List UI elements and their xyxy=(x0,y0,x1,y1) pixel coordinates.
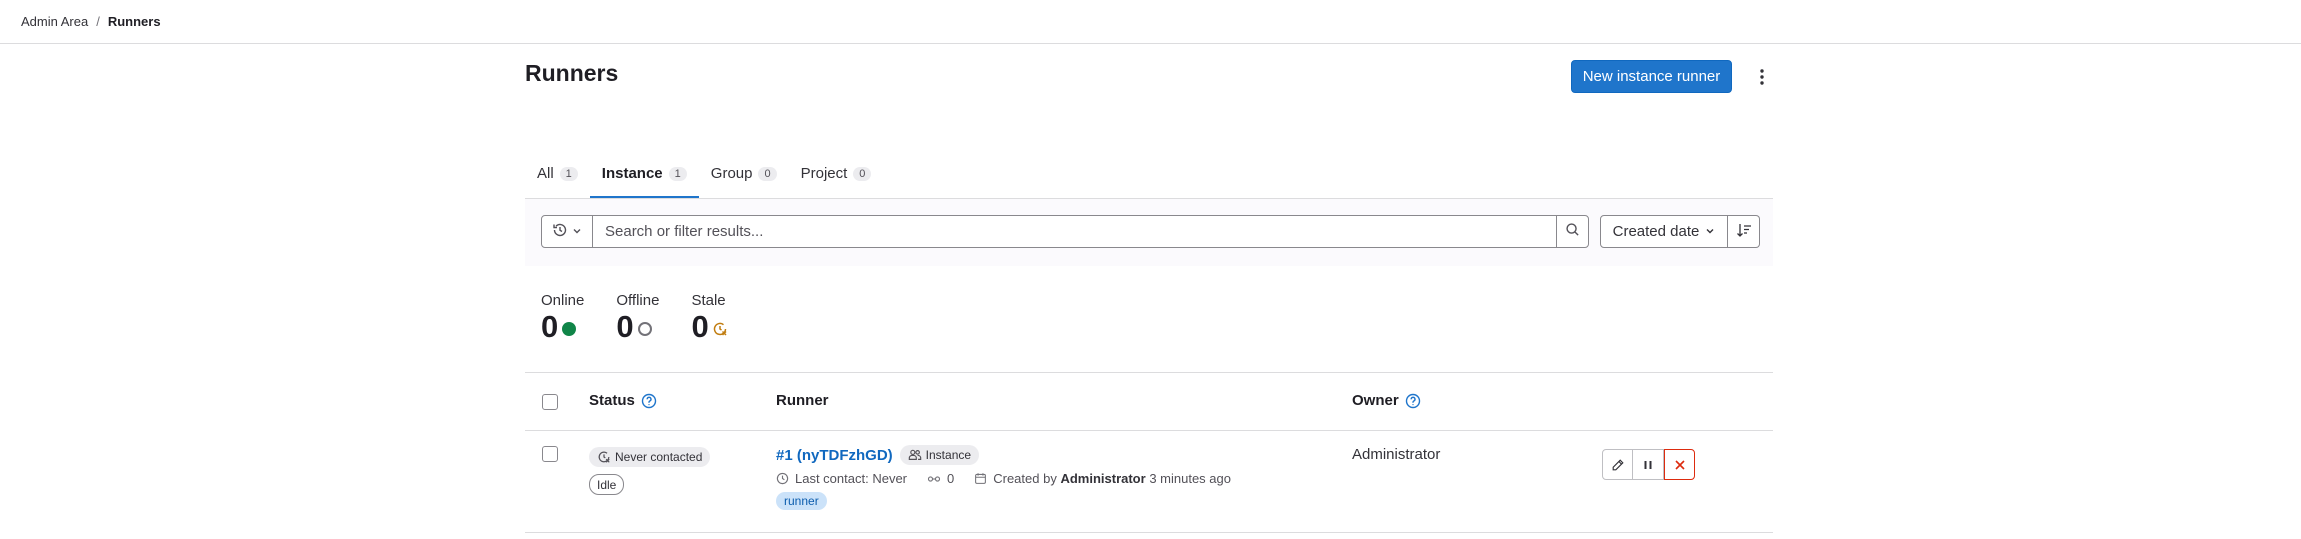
stat-online: Online 0 xyxy=(541,292,584,372)
page-header: Runners New instance runner xyxy=(525,44,1773,132)
tab-group[interactable]: Group 0 xyxy=(699,151,789,198)
pause-icon xyxy=(1642,459,1654,471)
filter-bar: Created date xyxy=(525,199,1773,266)
stat-label: Offline xyxy=(616,292,660,309)
breadcrumb-current[interactable]: Runners xyxy=(108,14,161,29)
recent-searches-button[interactable] xyxy=(542,216,593,247)
sort-label: Created date xyxy=(1612,223,1700,240)
breadcrumb-admin-area[interactable]: Admin Area xyxy=(21,14,88,29)
runner-meta: Last contact: Never 0 Created by Adminis… xyxy=(776,471,1231,486)
stat-value: 0 xyxy=(691,309,709,344)
created-by-link[interactable]: Administrator xyxy=(1060,471,1145,486)
filtered-search xyxy=(541,215,1589,248)
stat-label: Online xyxy=(541,292,585,309)
search-input[interactable] xyxy=(593,216,1556,247)
status-badge: Never contacted xyxy=(589,447,711,467)
status-cell: Never contacted Idle xyxy=(589,447,711,495)
sort-lowest-icon xyxy=(1736,222,1752,242)
main-content: Runners New instance runner All 1 Instan… xyxy=(525,44,1773,533)
kebab-icon[interactable] xyxy=(1747,61,1777,93)
close-icon xyxy=(1674,459,1686,471)
status-badge-label: Never contacted xyxy=(615,450,703,464)
tab-label: All xyxy=(537,165,554,182)
new-instance-runner-button[interactable]: New instance runner xyxy=(1571,60,1732,93)
column-label: Runner xyxy=(776,392,829,409)
table-header: Status Runner Owner xyxy=(525,373,1773,431)
status-stale-icon xyxy=(712,321,728,337)
clock-icon xyxy=(776,472,789,485)
tab-label: Group xyxy=(710,165,753,182)
chevron-down-icon xyxy=(572,223,582,240)
runner-link[interactable]: #1 (nyTDFzhGD) xyxy=(776,447,893,464)
status-offline-icon xyxy=(637,321,653,337)
sort-dropdown[interactable]: Created date xyxy=(1600,215,1728,248)
tab-count: 0 xyxy=(758,166,777,181)
tab-label: Instance xyxy=(601,165,663,182)
runner-tag: runner xyxy=(776,492,827,510)
table-row: Never contacted Idle #1 (nyTDFzhGD) Inst… xyxy=(525,431,1773,533)
tab-count: 0 xyxy=(853,166,872,181)
idle-badge: Idle xyxy=(589,474,625,495)
calendar-icon xyxy=(974,472,987,485)
runner-type-tabs: All 1 Instance 1 Group 0 Project 0 xyxy=(525,132,1773,199)
created-prefix: Created by xyxy=(993,471,1057,486)
stat-value: 0 xyxy=(541,309,559,344)
sort-direction-button[interactable] xyxy=(1728,215,1760,248)
page-title: Runners xyxy=(525,60,619,86)
pipeline-icon xyxy=(927,472,941,486)
stat-label: Stale xyxy=(691,292,726,309)
search-button[interactable] xyxy=(1556,216,1588,247)
breadcrumb-separator: / xyxy=(96,14,100,29)
pencil-icon xyxy=(1611,458,1625,472)
column-status: Status xyxy=(589,392,657,409)
history-icon xyxy=(552,222,568,242)
runner-cell: #1 (nyTDFzhGD) Instance Last contact: Ne… xyxy=(776,445,1231,510)
time-out-icon xyxy=(597,450,611,464)
breadcrumb: Admin Area / Runners xyxy=(0,0,2301,44)
help-icon[interactable] xyxy=(641,393,657,409)
pause-button[interactable] xyxy=(1633,449,1664,480)
column-runner: Runner xyxy=(776,392,829,409)
runner-type-badge: Instance xyxy=(899,445,980,465)
column-label: Owner xyxy=(1352,392,1399,409)
tab-label: Project xyxy=(800,165,848,182)
search-icon xyxy=(1565,222,1580,241)
last-contact: Last contact: Never xyxy=(795,471,907,486)
chevron-down-icon xyxy=(1705,223,1715,240)
tab-all[interactable]: All 1 xyxy=(525,151,590,198)
column-owner: Owner xyxy=(1352,392,1421,409)
created-ago: 3 minutes ago xyxy=(1149,471,1231,486)
stat-value: 0 xyxy=(616,309,634,344)
help-icon[interactable] xyxy=(1405,393,1421,409)
tab-count: 1 xyxy=(559,166,578,181)
column-label: Status xyxy=(589,392,635,409)
delete-button[interactable] xyxy=(1664,449,1695,480)
tab-instance[interactable]: Instance 1 xyxy=(589,151,699,198)
runner-stats: Online 0 Offline 0 Stale 0 xyxy=(525,266,1773,373)
tab-count: 1 xyxy=(668,166,687,181)
edit-button[interactable] xyxy=(1602,449,1633,480)
status-online-icon xyxy=(561,321,577,337)
sort-controls: Created date xyxy=(1600,215,1760,248)
stat-stale: Stale 0 xyxy=(691,292,727,372)
users-icon xyxy=(908,448,922,462)
jobs-count: 0 xyxy=(947,471,955,486)
row-checkbox[interactable] xyxy=(542,446,558,462)
select-all-checkbox[interactable] xyxy=(542,394,558,410)
owner-cell[interactable]: Administrator xyxy=(1352,446,1440,463)
stat-offline: Offline 0 xyxy=(616,292,659,372)
runner-type-label: Instance xyxy=(925,448,972,462)
tab-project[interactable]: Project 0 xyxy=(789,151,884,198)
row-actions xyxy=(1602,449,1695,480)
